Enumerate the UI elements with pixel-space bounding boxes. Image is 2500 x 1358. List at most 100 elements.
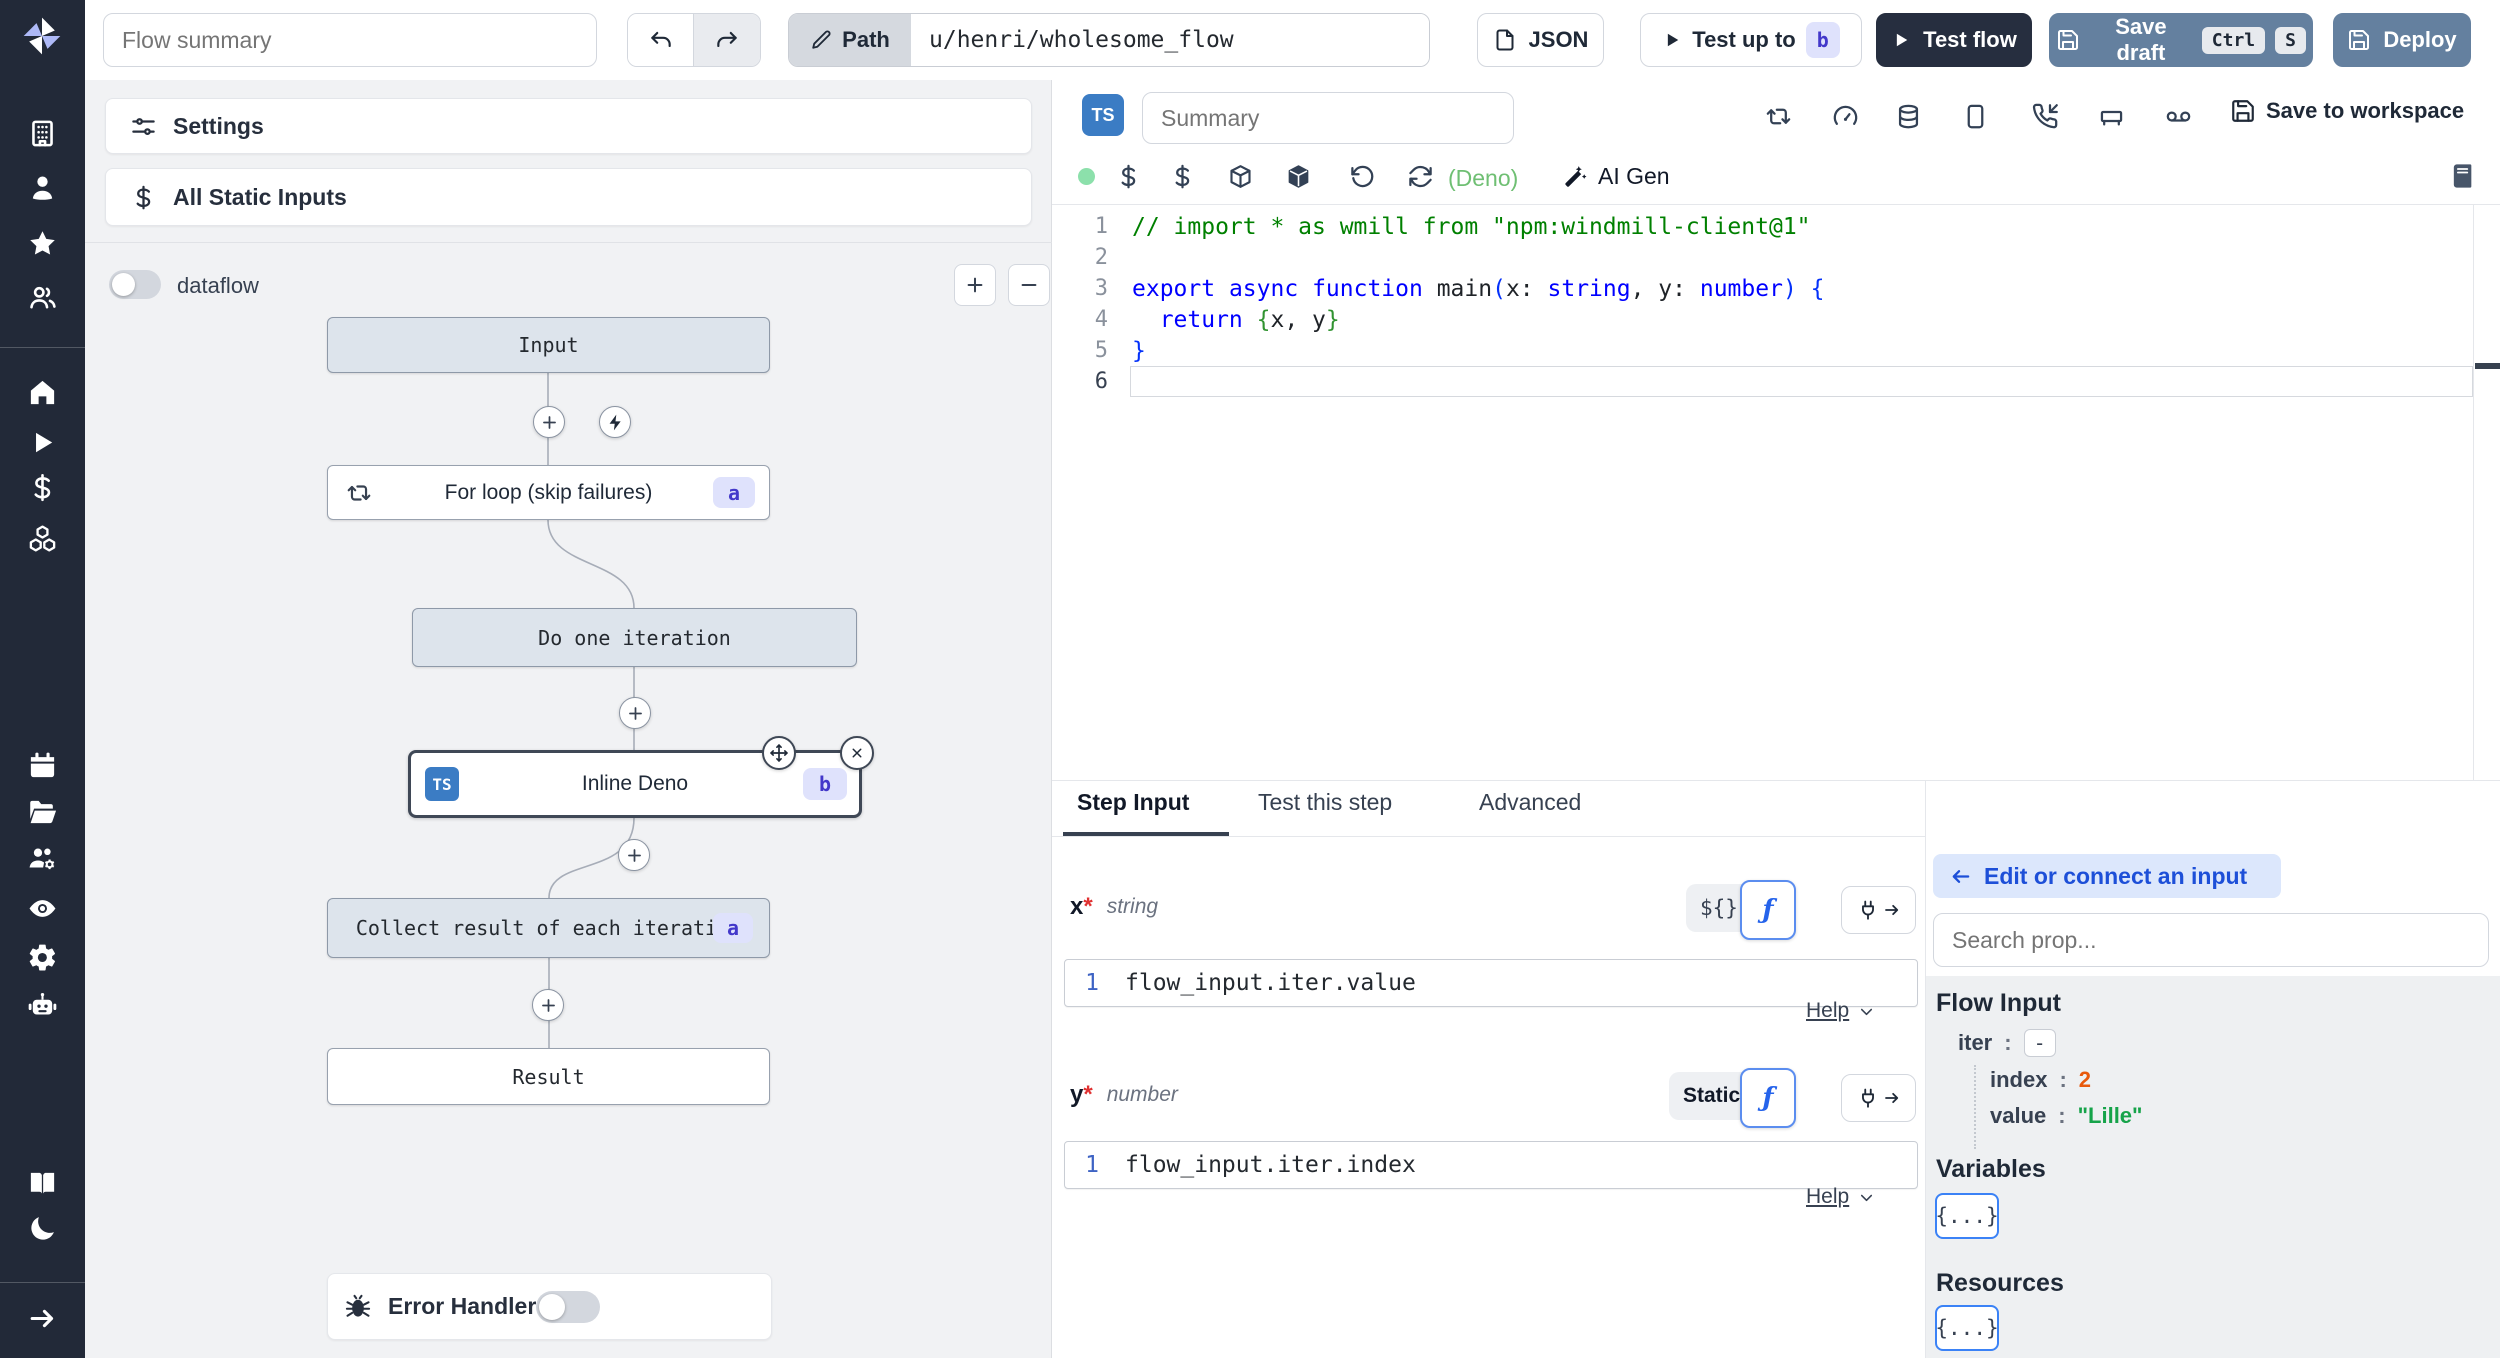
workspace-icon[interactable] — [27, 118, 58, 149]
user-icon[interactable] — [27, 172, 58, 203]
add-step-button[interactable] — [618, 839, 650, 871]
template-mode-label[interactable]: ${} — [1700, 896, 1738, 920]
required-asterisk: * — [1083, 1081, 1093, 1108]
field-x-expression-editor[interactable]: 1 flow_input.iter.value — [1064, 959, 1918, 1007]
graph-node-input[interactable]: Input — [327, 317, 770, 373]
add-trigger-button[interactable] — [599, 406, 631, 438]
sleep-icon[interactable] — [2098, 103, 2125, 130]
graph-node-do-one-iteration[interactable]: Do one iteration — [412, 608, 857, 667]
resources-picker-icon[interactable] — [1169, 163, 1196, 190]
timeout-icon[interactable] — [1832, 103, 1859, 130]
json-button[interactable]: JSON — [1477, 13, 1604, 67]
field-x-connect-button[interactable] — [1841, 886, 1916, 934]
field-y-javascript-mode-button[interactable]: ƒ — [1740, 1068, 1796, 1128]
deploy-button[interactable]: Deploy — [2333, 13, 2471, 67]
move-icon — [769, 743, 789, 763]
redo-button[interactable] — [694, 14, 760, 66]
prop-row-iter[interactable]: iter : - — [1958, 1029, 2056, 1057]
resources-title: Resources — [1936, 1269, 2064, 1297]
undo-button[interactable] — [628, 14, 694, 66]
windmill-logo-icon[interactable] — [20, 14, 64, 58]
runtime-label[interactable]: (Deno) — [1448, 165, 1518, 192]
app-sidebar — [0, 0, 85, 1358]
phone-incoming-icon[interactable] — [2032, 103, 2059, 130]
summary-input[interactable] — [1142, 92, 1514, 144]
retries-icon[interactable] — [1765, 103, 1792, 130]
field-y-expression-editor[interactable]: 1 flow_input.iter.index — [1064, 1141, 1918, 1189]
cache-icon[interactable] — [1895, 103, 1922, 130]
field-x-help-link[interactable]: Help — [1806, 999, 1876, 1023]
bot-icon[interactable] — [27, 990, 58, 1021]
add-step-button[interactable] — [532, 989, 564, 1021]
suspend-icon[interactable] — [1962, 103, 1989, 130]
test-up-to-button[interactable]: Test up to b — [1640, 13, 1862, 67]
delete-step-button[interactable] — [840, 736, 874, 770]
docs-icon[interactable] — [27, 1167, 58, 1198]
field-y-connect-button[interactable] — [1841, 1074, 1916, 1122]
variables-picker-icon[interactable] — [1115, 163, 1142, 190]
top-bar: Path JSON Test up to b Test flow Save dr… — [0, 0, 2500, 81]
schedules-icon[interactable] — [27, 750, 58, 781]
variables-object-chip[interactable]: {...} — [1935, 1193, 1999, 1239]
typescript-badge: TS — [425, 767, 459, 801]
variables-icon[interactable] — [27, 472, 58, 503]
path-input[interactable] — [911, 14, 1429, 66]
tab-step-input[interactable]: Step Input — [1077, 789, 1189, 816]
docs-book-icon[interactable] — [2448, 162, 2476, 190]
save-draft-button[interactable]: Save draft Ctrl S — [2049, 13, 2313, 67]
test-flow-button[interactable]: Test flow — [1876, 13, 2032, 67]
collapse-chip[interactable]: - — [2023, 1029, 2056, 1057]
step-id-badge: a — [713, 477, 755, 508]
field-type: string — [1106, 895, 1159, 918]
graph-node-result[interactable]: Result — [327, 1048, 770, 1105]
ai-gen-button[interactable]: AI Gen — [1562, 163, 1670, 190]
audit-logs-icon[interactable] — [27, 893, 58, 924]
package-icon[interactable] — [1227, 163, 1254, 190]
edit-or-connect-input-button[interactable]: Edit or connect an input — [1933, 854, 2281, 898]
plus-icon — [540, 413, 559, 432]
groups-icon[interactable] — [27, 282, 58, 313]
folders-icon[interactable] — [27, 797, 58, 828]
graph-node-forloop[interactable]: For loop (skip failures) a — [327, 465, 770, 520]
runs-icon[interactable] — [27, 427, 58, 458]
arrow-left-icon — [1949, 865, 1972, 888]
expand-sidebar-icon[interactable] — [27, 1303, 58, 1334]
graph-node-collect-result[interactable]: Collect result of each iteration a — [327, 898, 770, 958]
arrow-right-icon — [1883, 1089, 1901, 1107]
prop-row-value[interactable]: value : "Lille" — [1990, 1103, 2142, 1129]
play-icon — [1662, 30, 1682, 50]
resources-object-chip[interactable]: {...} — [1935, 1305, 1999, 1351]
field-y-help-link[interactable]: Help — [1806, 1185, 1876, 1209]
package-filled-icon[interactable] — [1285, 163, 1312, 190]
reset-icon[interactable] — [1349, 163, 1376, 190]
workers-icon[interactable] — [27, 843, 58, 874]
graph-edges — [547, 373, 635, 1048]
code-lines[interactable]: 1// import * as wmill from "npm:windmill… — [1052, 211, 2473, 397]
bug-icon — [344, 1293, 372, 1321]
add-step-button[interactable] — [533, 406, 565, 438]
resources-icon[interactable] — [27, 523, 58, 554]
error-handler-card[interactable]: Error Handler — [327, 1273, 772, 1340]
windmill-flow-editor: Path JSON Test up to b Test flow Save dr… — [0, 0, 2500, 1358]
error-handler-toggle[interactable] — [536, 1290, 601, 1323]
prop-row-index[interactable]: index : 2 — [1990, 1067, 2091, 1093]
home-icon[interactable] — [27, 377, 58, 408]
reload-icon[interactable] — [1407, 163, 1434, 190]
save-to-workspace-button[interactable]: Save to workspace — [2230, 98, 2464, 124]
dark-mode-icon[interactable] — [27, 1213, 58, 1244]
tab-advanced[interactable]: Advanced — [1479, 789, 1581, 816]
static-mode-label[interactable]: Static — [1683, 1084, 1740, 1108]
add-step-button[interactable] — [619, 697, 651, 729]
wand-icon — [1562, 164, 1588, 190]
tab-test-this-step[interactable]: Test this step — [1258, 789, 1392, 816]
path-edit-button[interactable]: Path — [789, 14, 911, 66]
field-y-label: y* number — [1070, 1081, 1178, 1108]
move-step-button[interactable] — [762, 736, 796, 770]
settings-icon[interactable] — [27, 942, 58, 973]
flow-summary-input[interactable] — [103, 13, 597, 67]
search-prop-input[interactable] — [1933, 913, 2489, 967]
plug-icon — [1857, 899, 1879, 921]
voicemail-icon[interactable] — [2165, 103, 2192, 130]
field-x-javascript-mode-button[interactable]: ƒ — [1740, 880, 1796, 940]
favorites-icon[interactable] — [27, 228, 58, 259]
